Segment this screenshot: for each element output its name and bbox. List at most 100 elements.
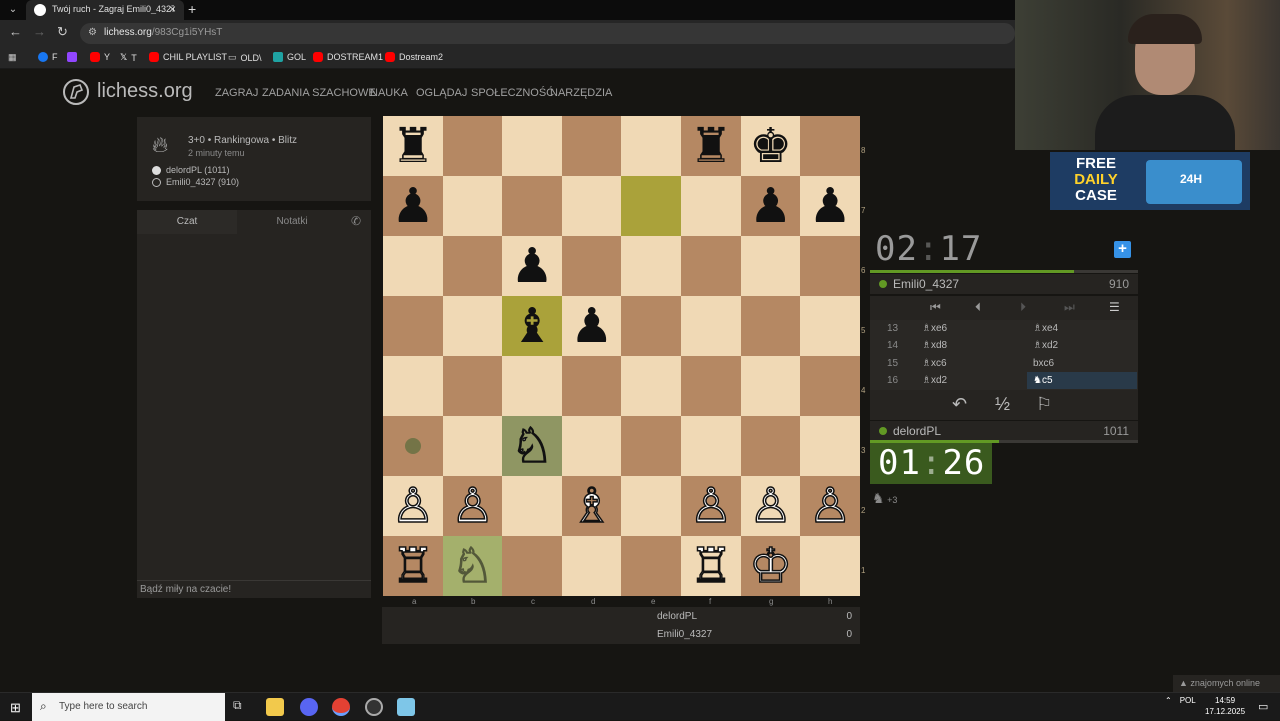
first-move-icon[interactable]: ⏮ [930,300,941,315]
square-d3[interactable] [561,416,622,476]
obs-icon[interactable] [365,698,383,716]
opponent-row[interactable]: Emili0_4327 910 [870,274,1138,294]
site-logo[interactable]: lichess.org [97,80,193,103]
offer-draw-button[interactable]: ½ [995,394,1010,415]
black-piece-c5[interactable]: ♝ [502,296,562,356]
move-hint-dot[interactable] [405,438,421,454]
player-name[interactable]: delordPL [893,424,941,438]
square-c2[interactable] [502,476,563,536]
square-e8[interactable] [621,116,682,176]
last-move-icon[interactable]: ⏭ [1064,300,1075,315]
black-player-link[interactable]: Emili0_4327 (910) [152,177,239,187]
system-clock[interactable]: 14:59 17.12.2025 [1205,695,1245,717]
site-info-icon[interactable]: ⚙ [88,27,97,38]
square-b7[interactable] [442,176,503,236]
taskbar-search[interactable]: ⌕ Type here to search [32,693,225,721]
square-b5[interactable] [442,296,503,356]
back-icon[interactable]: ← [9,24,22,39]
white-piece-f1[interactable]: ♖ [681,536,741,596]
square-b8[interactable] [442,116,503,176]
square-f6[interactable] [681,236,742,296]
discord-icon[interactable] [300,698,318,716]
move-black-current[interactable]: ♞c5 [1033,375,1053,386]
square-g4[interactable] [740,356,801,416]
square-e1[interactable] [621,536,682,596]
move-black[interactable]: ♗xe4 [1033,323,1058,334]
white-piece-b2[interactable]: ♙ [443,476,503,536]
file-explorer-icon[interactable] [266,698,284,716]
new-tab-icon[interactable]: + [188,0,196,18]
resign-flag-icon[interactable]: ⚐ [1036,394,1052,415]
app-icon[interactable] [397,698,415,716]
next-move-icon[interactable]: ⏵ [1020,300,1026,315]
square-c4[interactable] [502,356,563,416]
move-black[interactable]: ♗xd2 [1033,340,1058,351]
friends-online-button[interactable]: ▲ znajomych online [1173,675,1280,692]
square-g6[interactable] [740,236,801,296]
tab-search-icon[interactable]: ⌄ [2,0,24,20]
move-white[interactable]: ♗xe6 [922,323,947,334]
square-d7[interactable] [561,176,622,236]
square-d6[interactable] [561,236,622,296]
square-h1[interactable] [800,536,861,596]
square-e4[interactable] [621,356,682,416]
white-piece-d2[interactable]: ♗ [562,476,622,536]
menu-zagraj[interactable]: ZAGRAJ [215,87,258,99]
lichess-logo-icon[interactable] [62,78,90,106]
prev-move-icon[interactable]: ⏴ [975,300,981,315]
berserk-knight-icon[interactable]: ♞ +3 [872,490,897,507]
forward-icon[interactable]: → [33,24,46,39]
menu-narzedzia[interactable]: NARZĘDZIA [550,87,612,99]
square-h8[interactable] [800,116,861,176]
square-c1[interactable] [502,536,563,596]
square-e7[interactable] [621,176,682,236]
bookmark-y[interactable]: Y [90,52,110,62]
square-f4[interactable] [681,356,742,416]
square-f3[interactable] [681,416,742,476]
square-d8[interactable] [561,116,622,176]
black-piece-c6[interactable]: ♟ [502,236,562,296]
square-e6[interactable] [621,236,682,296]
black-piece-a7[interactable]: ♟ [383,176,443,236]
black-piece-d5[interactable]: ♟ [562,296,622,356]
menu-spolecznosc[interactable]: SPOŁECZNOŚĆ [471,87,554,99]
chess-board[interactable]: ♜ ♜ ♚ ♟ ♟ ♟ ♟ ♝ ♟ ♘ ♙ ♙ ♗ ♙ ♙ ♙ ♖ ♘ ♖ ♔ 8 7 6 5 4 3 2 1 [383,116,865,596]
bookmark-gol[interactable]: GOL [273,52,306,62]
bookmark-f[interactable]: F [38,52,58,62]
bookmark-dostream1[interactable]: DOSTREAM1 [313,52,383,62]
square-e5[interactable] [621,296,682,356]
white-piece-c3[interactable]: ♘ [502,416,562,476]
black-piece-f8[interactable]: ♜ [681,116,741,176]
menu-zadania[interactable]: ZADANIA SZACHOWE [262,87,376,99]
menu-nauka[interactable]: NAUKA [370,87,408,99]
bookmark-chil-playlist[interactable]: CHIL PLAYLIST [149,52,227,62]
square-g5[interactable] [740,296,801,356]
square-b4[interactable] [442,356,503,416]
square-f5[interactable] [681,296,742,356]
square-a5[interactable] [383,296,444,356]
tab-notes[interactable]: Notatki [237,210,347,234]
free-daily-case-ad[interactable]: FREE DAILY CASE 24H [1050,152,1250,210]
bookmark-twitch[interactable] [67,52,77,62]
square-b3[interactable] [442,416,503,476]
square-h4[interactable] [800,356,861,416]
chrome-icon[interactable] [332,698,350,716]
square-d4[interactable] [561,356,622,416]
bookmark-t[interactable]: 𝕏T [120,52,137,63]
square-d1[interactable] [561,536,622,596]
system-tray[interactable]: ⌃ POL [1165,696,1196,705]
close-tab-icon[interactable]: × [169,2,176,16]
square-a6[interactable] [383,236,444,296]
add-time-button[interactable]: + [1114,241,1131,258]
menu-icon[interactable]: ☰ [1109,300,1120,314]
phone-icon[interactable]: ✆ [351,214,361,228]
white-piece-g1[interactable]: ♔ [741,536,801,596]
browser-tab[interactable]: Twój ruch - Zagraj Emili0_4327 × [26,0,184,20]
black-piece-h7[interactable]: ♟ [800,176,860,236]
square-f7[interactable] [681,176,742,236]
move-white[interactable]: ♗xd2 [922,375,947,386]
opponent-name[interactable]: Emili0_4327 [893,277,959,291]
white-piece-b1[interactable]: ♘ [443,536,503,596]
move-white[interactable]: ♗xd8 [922,340,947,351]
square-g3[interactable] [740,416,801,476]
